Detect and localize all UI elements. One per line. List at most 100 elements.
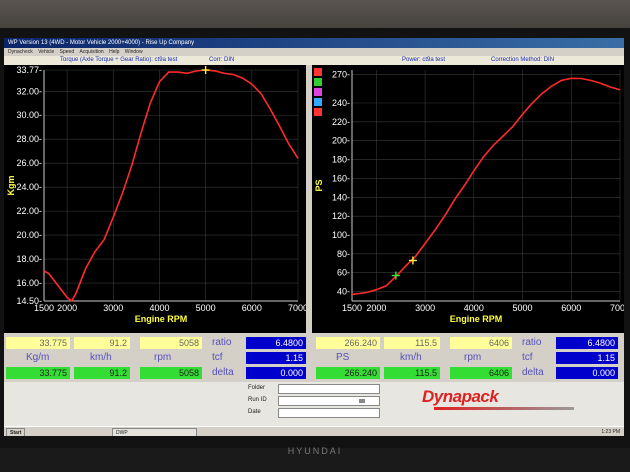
x-axis-label: Engine RPM xyxy=(135,314,188,324)
y-tick-label: 140- xyxy=(332,192,350,202)
y-tick-label: 160- xyxy=(332,173,350,183)
runid-label: Run ID xyxy=(248,397,267,403)
unit-label: PS xyxy=(336,352,350,363)
power-title: Power: ct9a test xyxy=(402,57,446,63)
y-tick-label: 180- xyxy=(332,155,350,165)
folder-label: Folder xyxy=(248,385,266,391)
rpm-value-yellow: 6406 xyxy=(450,337,512,349)
window-title: WP Version 13 (4WD - Motor Vehicle 2000+… xyxy=(4,38,624,48)
y-tick-label: 200- xyxy=(332,136,350,146)
ratio-value: 6.4800 xyxy=(246,337,306,349)
menu-item[interactable]: Help xyxy=(109,49,119,55)
delta-label: delta xyxy=(522,367,544,378)
y-tick-label: 240- xyxy=(332,98,350,108)
y-tick-label: 80- xyxy=(337,249,350,259)
readout-panel: 33.775 91.2 5058 ratio 6.4800 Kg/m km/h … xyxy=(4,334,624,382)
y-tick-label: 60- xyxy=(337,268,350,278)
x-tick-label: 7000 xyxy=(610,303,624,313)
folder-field[interactable] xyxy=(278,384,380,394)
unit-label: rpm xyxy=(154,352,172,363)
x-axis-label: Engine RPM xyxy=(450,314,503,324)
speed-value-yellow: 115.5 xyxy=(384,337,440,349)
tcf-value: 1.15 xyxy=(246,352,306,364)
y-axis-label: PS xyxy=(314,179,324,191)
speed-value-yellow: 91.2 xyxy=(74,337,130,349)
y-tick-label: 33.77- xyxy=(16,65,42,75)
legend-swatch xyxy=(314,78,322,86)
tcf-label: tcf xyxy=(522,352,533,363)
unit-label: km/h xyxy=(400,352,422,363)
menu-item[interactable]: Vehicle xyxy=(38,49,54,55)
date-label: Date xyxy=(248,409,261,415)
y-tick-label: 40- xyxy=(337,287,350,297)
speed-value-green: 115.5 xyxy=(384,367,440,379)
y-tick-label: 18.00- xyxy=(16,254,42,264)
unit-label: km/h xyxy=(90,352,112,363)
power-value-green: 266.240 xyxy=(316,367,380,379)
slider-handle[interactable] xyxy=(359,399,365,403)
y-tick-label: 22.00- xyxy=(16,206,42,216)
x-tick-label: 1500 xyxy=(34,303,54,313)
clock: 1:23 PM xyxy=(601,429,620,435)
x-tick-label: 3000 xyxy=(103,303,123,313)
monitor-brand: HYUNDAI xyxy=(287,446,343,456)
y-tick-label: 220- xyxy=(332,117,350,127)
x-tick-label: 6000 xyxy=(242,303,262,313)
y-tick-label: 28.00- xyxy=(16,134,42,144)
x-tick-label: 4000 xyxy=(464,303,484,313)
y-axis-label: Kgm xyxy=(6,176,16,196)
start-button[interactable]: Start xyxy=(6,428,26,436)
speed-value-green: 91.2 xyxy=(74,367,130,379)
date-field[interactable] xyxy=(278,408,380,418)
power-corr: Correction Method: DIN xyxy=(491,57,555,63)
torque-chart: 33.77- 32.00- 30.00- 28.00- 26.00- 24.00- 22.0… xyxy=(4,65,306,333)
torque-value-green: 33.775 xyxy=(6,367,70,379)
taskbar: Start DWP 1:23 PM xyxy=(4,426,624,436)
y-tick-label: 24.00- xyxy=(16,182,42,192)
x-tick-label: 2000 xyxy=(57,303,77,313)
menu-item[interactable]: Acquisition xyxy=(80,49,104,55)
y-tick-label: 16.00- xyxy=(16,278,42,288)
unit-label: Kg/m xyxy=(26,352,50,363)
menu-bar: Dynacheck Vehicle Speed Acquisition Help… xyxy=(4,48,624,56)
legend-swatch xyxy=(314,68,322,76)
screen: WP Version 13 (4WD - Motor Vehicle 2000+… xyxy=(4,38,624,436)
power-chart: 270- 240- 220- 200- 180- 160- 140- 120- 100- 80- 6… xyxy=(312,65,624,333)
x-tick-label: 4000 xyxy=(149,303,169,313)
y-tick-label: 30.00- xyxy=(16,110,42,120)
menu-item[interactable]: Speed xyxy=(60,49,74,55)
unit-label: rpm xyxy=(464,352,482,363)
tcf-label: tcf xyxy=(212,352,223,363)
y-tick-label: 20.00- xyxy=(16,230,42,240)
dynapack-logo: Dynapack xyxy=(422,387,499,406)
taskbar-item-dwp[interactable]: DWP xyxy=(112,428,197,436)
delta-value: 0.000 xyxy=(246,367,306,379)
x-tick-label: 3000 xyxy=(415,303,435,313)
ratio-value: 6.4800 xyxy=(556,337,618,349)
x-tick-label: 5000 xyxy=(513,303,533,313)
ratio-label: ratio xyxy=(212,337,232,348)
bottom-panel: Folder Run ID Date Dynapack xyxy=(4,382,624,426)
x-tick-label: 7000 xyxy=(288,303,306,313)
y-tick-label: 32.00- xyxy=(16,86,42,96)
menu-item[interactable]: Window xyxy=(125,49,143,55)
rpm-value-yellow: 5058 xyxy=(140,337,202,349)
x-tick-label: 5000 xyxy=(196,303,216,313)
x-tick-label: 6000 xyxy=(561,303,581,313)
torque-corr: Corr: DIN xyxy=(209,57,235,63)
ratio-label: ratio xyxy=(522,337,542,348)
x-tick-label: 2000 xyxy=(366,303,386,313)
delta-value: 0.000 xyxy=(556,367,618,379)
torque-title: Torque (Axle Torque ÷ Gear Ratio): ct9a … xyxy=(60,57,178,63)
tcf-value: 1.15 xyxy=(556,352,618,364)
y-tick-label: 26.00- xyxy=(16,158,42,168)
logo-underline xyxy=(434,407,574,410)
y-tick-label: 100- xyxy=(332,230,350,240)
menu-item[interactable]: Dynacheck xyxy=(8,49,33,55)
info-bar: Torque (Axle Torque ÷ Gear Ratio): ct9a … xyxy=(4,56,624,65)
torque-value-yellow: 33.775 xyxy=(6,337,70,349)
legend-swatch xyxy=(314,88,322,96)
power-value-yellow: 266.240 xyxy=(316,337,380,349)
runid-field[interactable] xyxy=(278,396,380,406)
delta-label: delta xyxy=(212,367,234,378)
